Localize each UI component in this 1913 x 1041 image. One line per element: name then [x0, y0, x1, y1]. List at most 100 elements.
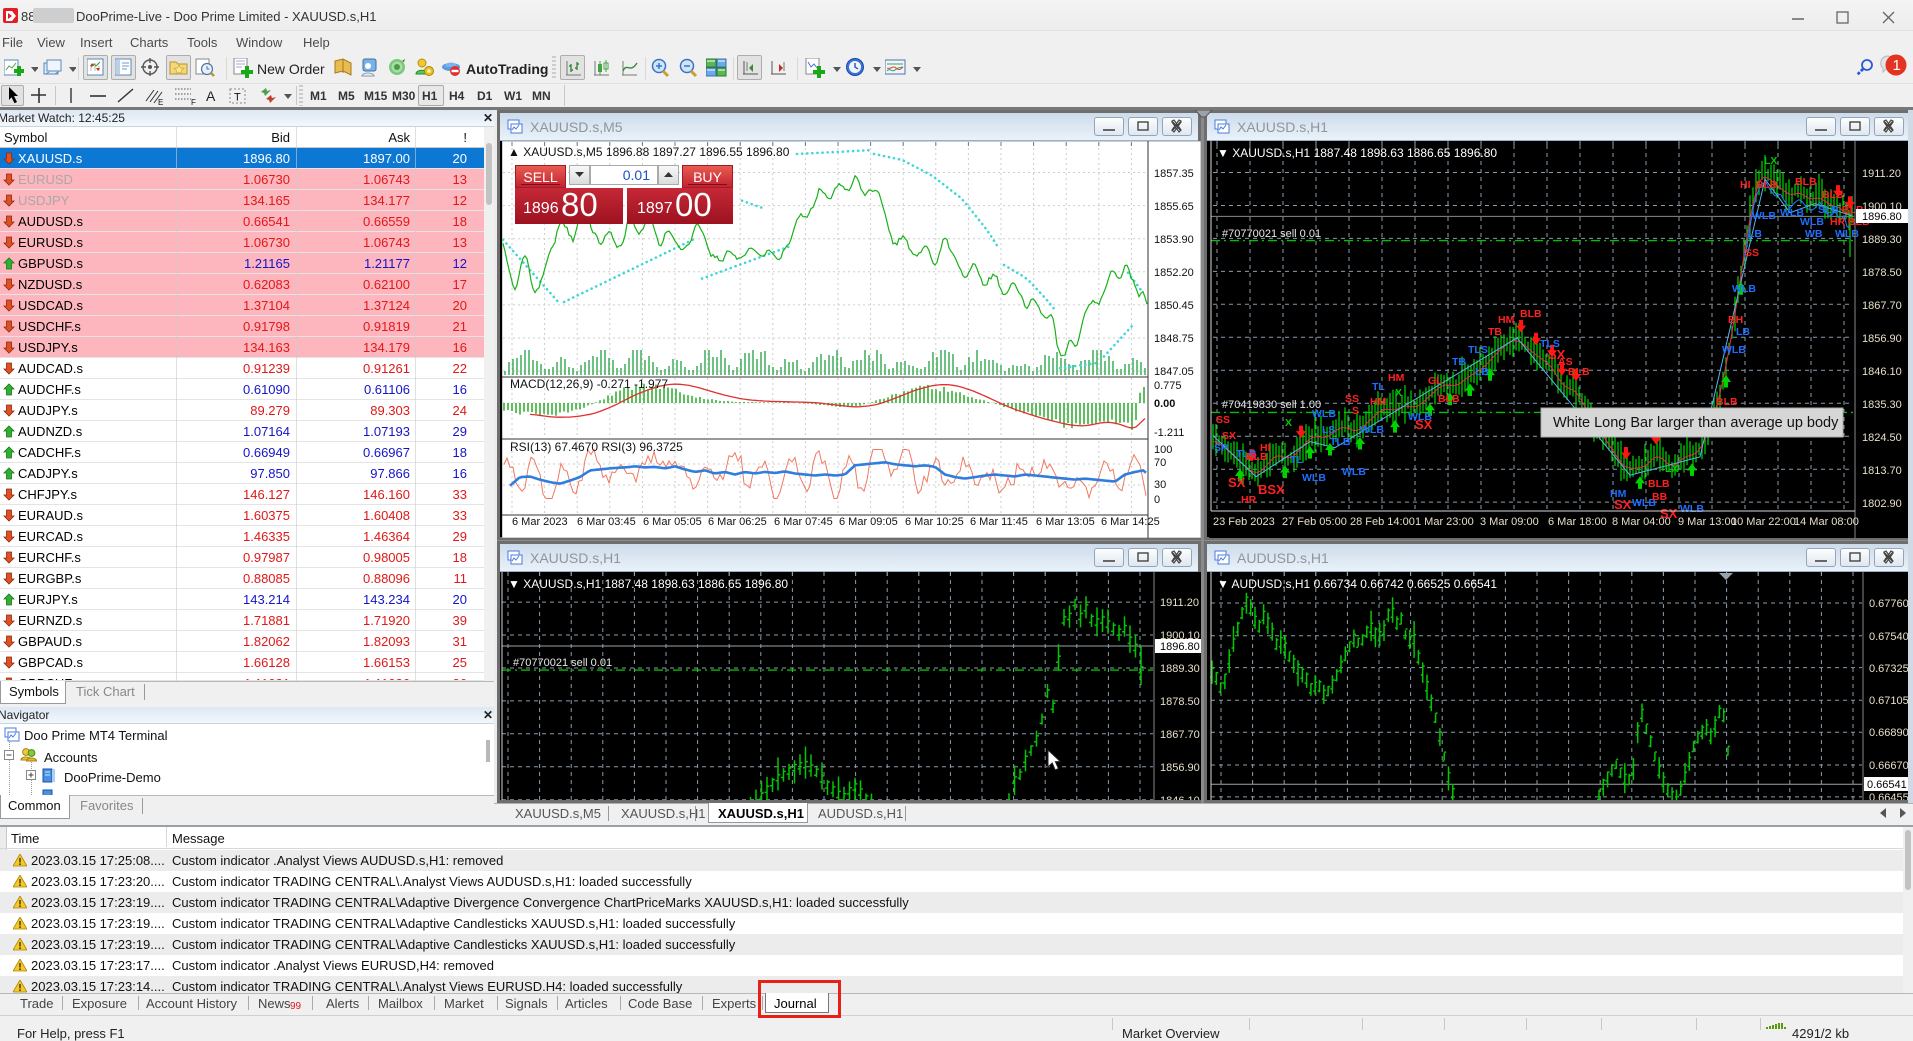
svg-text:1: 1: [1893, 57, 1901, 74]
svg-text:1846.10: 1846.10: [1862, 366, 1902, 378]
svg-text:SS: SS: [1345, 393, 1359, 405]
svg-text:6 Mar 11:45: 6 Mar 11:45: [970, 516, 1028, 528]
svg-text:SS: SS: [1745, 247, 1759, 259]
svg-text:6 Mar 07:45: 6 Mar 07:45: [774, 516, 833, 528]
svg-text:HR: HR: [1830, 216, 1846, 228]
svg-text:WLB: WLB: [1302, 472, 1326, 484]
svg-text:10 Mar 22:00: 10 Mar 22:00: [1731, 516, 1796, 528]
svg-text:SX: SX: [1228, 475, 1246, 490]
svg-text:8 Mar 04:00: 8 Mar 04:00: [1612, 516, 1671, 528]
svg-text:28 Feb 14:00: 28 Feb 14:00: [1350, 516, 1415, 528]
svg-text:0.67325: 0.67325: [1869, 663, 1909, 675]
svg-text:SLB: SLB: [1818, 204, 1839, 216]
svg-text:SX: SX: [1222, 430, 1236, 442]
svg-text:1856.90: 1856.90: [1160, 762, 1200, 774]
svg-text:0.67540: 0.67540: [1869, 631, 1909, 643]
svg-text:1847.05: 1847.05: [1154, 366, 1194, 378]
svg-text:1896.80: 1896.80: [1862, 211, 1902, 223]
svg-text:X: X: [1285, 417, 1292, 429]
svg-text:1889.30: 1889.30: [1160, 663, 1200, 675]
svg-text:6 Mar 05:05: 6 Mar 05:05: [643, 516, 702, 528]
svg-text:14 Mar 08:00: 14 Mar 08:00: [1794, 516, 1859, 528]
svg-text:BLB: BLB: [1568, 366, 1590, 378]
svg-text:6 Mar 09:05: 6 Mar 09:05: [839, 516, 898, 528]
svg-text:SP: SP: [1214, 442, 1228, 454]
svg-text:BLB: BLB: [1756, 179, 1778, 191]
svg-text:TL: TL: [1290, 454, 1303, 466]
svg-text:WB: WB: [1805, 228, 1823, 240]
svg-text:WLB: WLB: [1312, 408, 1336, 420]
svg-text:White Long Bar larger than ave: White Long Bar larger than average up bo…: [1553, 415, 1839, 431]
svg-text:0.66455: 0.66455: [1869, 792, 1909, 800]
svg-text:BLB: BLB: [1822, 189, 1844, 201]
svg-text:1856.90: 1856.90: [1862, 333, 1902, 345]
svg-text:#70770021 sell 0.01: #70770021 sell 0.01: [513, 657, 612, 669]
svg-text:6 Mar 10:25: 6 Mar 10:25: [905, 516, 964, 528]
svg-text:27 Feb 05:00: 27 Feb 05:00: [1282, 516, 1347, 528]
svg-text:E: E: [158, 98, 163, 106]
svg-text:TB: TB: [1488, 326, 1502, 338]
svg-text:1896.80: 1896.80: [1160, 641, 1200, 653]
svg-text:1911.20: 1911.20: [1160, 597, 1199, 609]
svg-text:X: X: [1395, 387, 1402, 399]
svg-text:WLB: WLB: [1680, 503, 1704, 515]
svg-text:23 Feb 2023: 23 Feb 2023: [1213, 516, 1275, 528]
svg-text:6 Mar 14:25: 6 Mar 14:25: [1101, 516, 1160, 528]
svg-text:MACD(12,26,9) -0.271 -1.977: MACD(12,26,9) -0.271 -1.977: [510, 377, 668, 391]
svg-text:#70770021 sell 0.01: #70770021 sell 0.01: [1222, 228, 1321, 240]
svg-text:30: 30: [1154, 479, 1166, 491]
svg-text:TLS: TLS: [1468, 344, 1488, 356]
svg-text:3 Mar 09:00: 3 Mar 09:00: [1480, 516, 1539, 528]
svg-text:BLB: BLB: [1795, 176, 1817, 188]
svg-text:0.66890: 0.66890: [1869, 727, 1909, 739]
svg-text:1889.30: 1889.30: [1862, 234, 1902, 246]
svg-text:HM: HM: [1498, 314, 1515, 326]
svg-text:BLB: BLB: [1716, 396, 1738, 408]
svg-text:HI: HI: [1260, 442, 1271, 454]
svg-text:BH: BH: [1728, 314, 1743, 326]
svg-text:WLB: WLB: [1752, 210, 1776, 222]
svg-text:BLB: BLB: [1438, 393, 1460, 405]
svg-text:GL: GL: [1428, 375, 1443, 387]
svg-text:TL: TL: [1372, 381, 1385, 393]
svg-text:1853.90: 1853.90: [1154, 234, 1194, 246]
svg-text:0.67105: 0.67105: [1869, 695, 1909, 707]
svg-text:LX: LX: [1665, 463, 1678, 475]
svg-text:1 Mar 23:00: 1 Mar 23:00: [1415, 516, 1474, 528]
svg-text:LS: LS: [1322, 424, 1335, 436]
svg-text:HM: HM: [1388, 372, 1405, 384]
svg-text:▼ XAUUSD.s,H1 1887.48 1898.63: ▼ XAUUSD.s,H1 1887.48 1898.63 1886.65 18…: [1217, 146, 1497, 160]
svg-text:1802.90: 1802.90: [1862, 498, 1902, 510]
svg-text:HM: HM: [1370, 396, 1387, 408]
svg-text:1867.70: 1867.70: [1862, 300, 1902, 312]
svg-text:1813.70: 1813.70: [1862, 465, 1902, 477]
svg-text:LB: LB: [1475, 366, 1489, 378]
svg-text:0.66541: 0.66541: [1867, 779, 1907, 791]
svg-text:RSI(13) 67.4670 RSI(3) 96.372: RSI(13) 67.4670 RSI(3) 96.3725: [510, 440, 683, 454]
svg-text:1850.45: 1850.45: [1154, 300, 1194, 312]
svg-text:LX: LX: [1764, 155, 1777, 167]
svg-text:0.66670: 0.66670: [1869, 760, 1909, 772]
svg-text:BSX: BSX: [1258, 482, 1285, 497]
svg-text:F: F: [191, 98, 196, 106]
svg-text:WLB: WLB: [1800, 216, 1824, 228]
svg-text:HR: HR: [1241, 494, 1257, 506]
svg-text:6 Mar 03:45: 6 Mar 03:45: [577, 516, 636, 528]
svg-text:0: 0: [1154, 494, 1160, 506]
svg-text:1846.10: 1846.10: [1160, 795, 1200, 800]
svg-text:#70419830 sell 1.00: #70419830 sell 1.00: [1222, 399, 1321, 411]
svg-text:LB: LB: [1736, 326, 1750, 338]
svg-text:6 Mar 06:25: 6 Mar 06:25: [708, 516, 767, 528]
svg-text:TB: TB: [1452, 356, 1466, 368]
svg-text:1852.20: 1852.20: [1154, 267, 1194, 279]
svg-text:BB: BB: [1652, 491, 1668, 503]
svg-text:▼ AUDUSD.s,H1 0.66734 0.66742: ▼ AUDUSD.s,H1 0.66734 0.66742 0.66525 0.…: [1217, 577, 1497, 591]
svg-text:S: S: [1352, 405, 1359, 417]
svg-text:SX: SX: [1614, 497, 1632, 512]
svg-text:▲ XAUUSD.s,M5 1896.88 1897.27: ▲ XAUUSD.s,M5 1896.88 1897.27 1896.55 18…: [508, 145, 790, 159]
svg-text:WLB: WLB: [1722, 344, 1746, 356]
svg-text:SX: SX: [1415, 417, 1433, 432]
svg-text:0.67760: 0.67760: [1869, 598, 1909, 610]
svg-text:0.00: 0.00: [1154, 398, 1175, 410]
svg-text:HI: HI: [1740, 179, 1751, 191]
